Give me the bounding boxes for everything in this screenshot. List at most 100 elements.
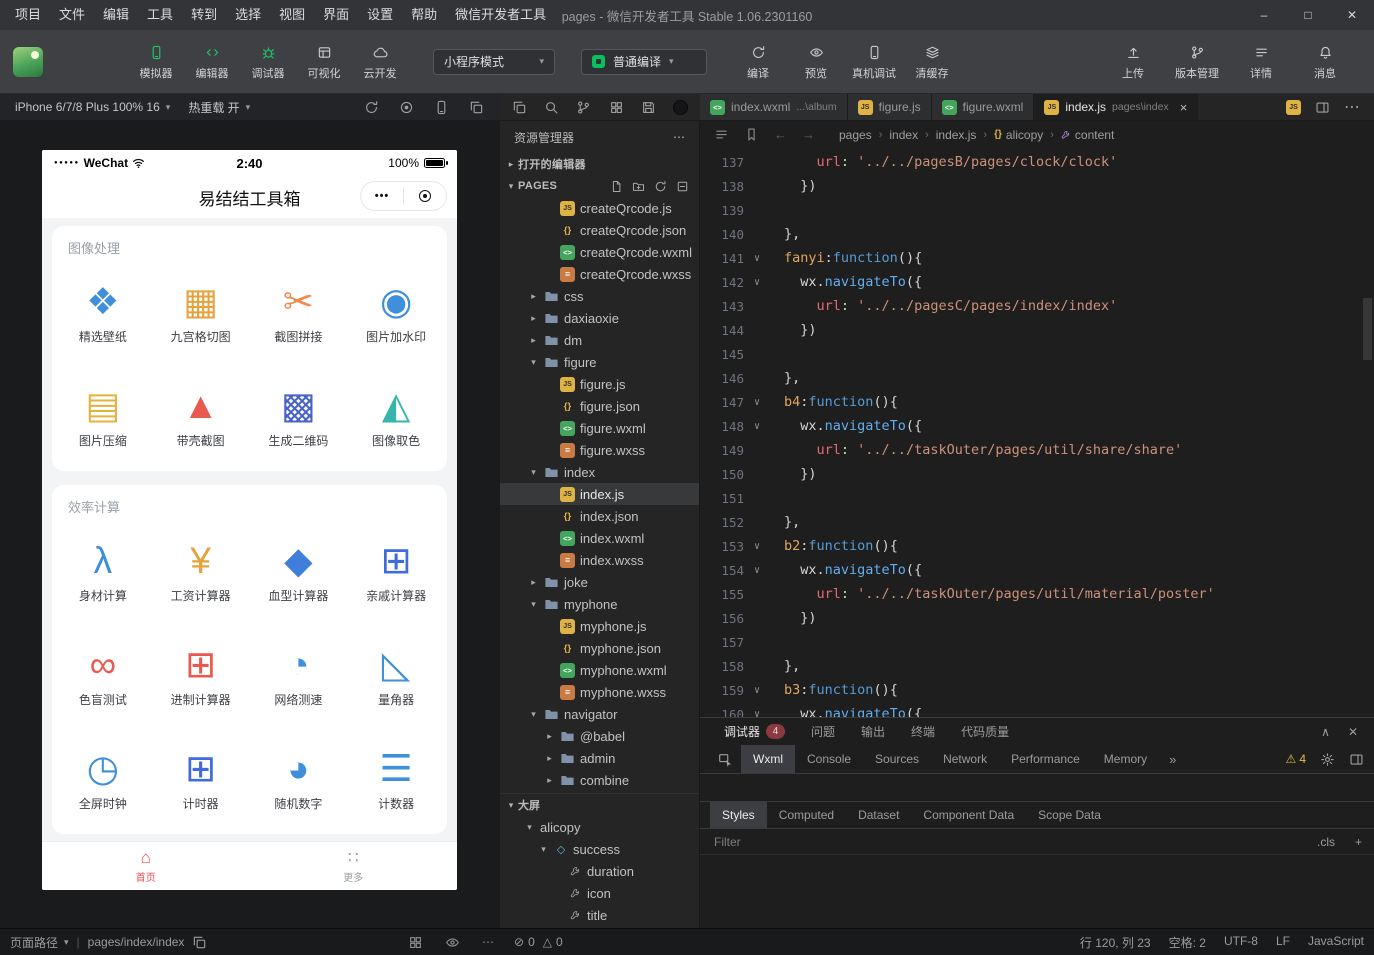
app-item[interactable]: ▤图片压缩 — [54, 367, 152, 463]
outline-item[interactable]: duration — [500, 860, 699, 882]
toolbar-button-remote-debug[interactable]: 真机调试 — [847, 43, 901, 81]
tree-file[interactable]: <>figure.wxml — [500, 417, 699, 439]
outline-item[interactable]: title — [500, 904, 699, 926]
filter-input[interactable] — [712, 834, 1036, 850]
editor-tab[interactable]: JSindex.jspages\index× — [1034, 94, 1198, 120]
code-line[interactable]: 148∨ wx.navigateTo({ — [700, 414, 1374, 438]
devtools-tab-sources[interactable]: Sources — [863, 745, 931, 773]
tree-folder[interactable]: ▸combine — [500, 769, 699, 791]
toolbar-button-clear-cache[interactable]: 清缓存 — [905, 43, 959, 81]
app-item[interactable]: ◔网络测速 — [250, 626, 348, 722]
app-item[interactable]: ∞色盲测试 — [54, 626, 152, 722]
code-line[interactable]: 140}, — [700, 222, 1374, 246]
tree-folder[interactable]: ▾index — [500, 461, 699, 483]
eol-setting[interactable]: LF — [1276, 934, 1290, 951]
cls-toggle[interactable]: .cls — [1317, 835, 1335, 849]
device-select[interactable]: iPhone 6/7/8 Plus 100% 16 ▾ — [6, 100, 179, 114]
toolbar-button-upload[interactable]: 上传 — [1106, 43, 1160, 81]
menu-item[interactable]: 设置 — [358, 0, 402, 30]
tree-file[interactable]: ≡createQrcode.wxss — [500, 263, 699, 285]
app-item[interactable]: ❖精选壁纸 — [54, 263, 152, 359]
gear-icon[interactable] — [1320, 752, 1335, 767]
breadcrumb-item[interactable]: {}alicopy — [994, 128, 1043, 142]
more-icon[interactable]: ⋯ — [482, 935, 494, 949]
tab-overflow-icon[interactable]: » — [1159, 752, 1186, 767]
menu-item[interactable]: 编辑 — [94, 0, 138, 30]
toolbar-button-visualization[interactable]: 可视化 — [299, 43, 349, 81]
copy-icon[interactable] — [512, 100, 527, 115]
tree-folder[interactable]: ▸css — [500, 285, 699, 307]
fold-chevron-icon[interactable]: ∨ — [744, 685, 770, 696]
new-folder-icon[interactable] — [632, 180, 645, 193]
panel-grid-icon[interactable] — [408, 935, 423, 950]
tree-folder[interactable]: ▾figure — [500, 351, 699, 373]
toolbar-button-preview[interactable]: 预览 — [789, 43, 843, 81]
devtools-tab-console[interactable]: Console — [795, 745, 863, 773]
breadcrumb-item[interactable]: index — [889, 128, 918, 142]
tree-file[interactable]: JScreateQrcode.js — [500, 197, 699, 219]
editor-tab[interactable]: <>index.wxml...\album — [700, 94, 848, 120]
code-line[interactable]: 155 url: '../../taskOuter/pages/util/mat… — [700, 582, 1374, 606]
menu-item[interactable]: 微信开发者工具 — [446, 0, 555, 30]
debugger-tab[interactable]: 代码质量 — [961, 723, 1009, 740]
code-line[interactable]: 144 }) — [700, 318, 1374, 342]
breadcrumb-item[interactable]: pages — [839, 128, 872, 142]
menu-item[interactable]: 工具 — [138, 0, 182, 30]
styles-tab[interactable]: Styles — [710, 802, 767, 828]
app-item[interactable]: ✂截图拼接 — [250, 263, 348, 359]
fold-chevron-icon[interactable]: ∨ — [744, 421, 770, 432]
app-item[interactable]: ◕随机数字 — [250, 730, 348, 826]
outline-item[interactable]: icon — [500, 882, 699, 904]
collapse-panel-icon[interactable]: ∧ — [1321, 725, 1330, 739]
menu-item[interactable]: 项目 — [6, 0, 50, 30]
code-line[interactable]: 158}, — [700, 654, 1374, 678]
app-item[interactable]: ¥工资计算器 — [152, 522, 250, 618]
problems-indicator[interactable]: ⊘ 0 △ 0 — [514, 935, 563, 949]
menu-item[interactable]: 转到 — [182, 0, 226, 30]
breadcrumb-item[interactable]: content — [1061, 128, 1114, 142]
outline-item[interactable]: ▾alicopy — [500, 816, 699, 838]
tree-file[interactable]: {}myphone.json — [500, 637, 699, 659]
outline-section[interactable]: ▾ 大屏 — [500, 793, 699, 816]
tree-file[interactable]: ≡index.wxss — [500, 549, 699, 571]
devtools-tab-performance[interactable]: Performance — [999, 745, 1092, 773]
tree-file[interactable]: <>createQrcode.wxml — [500, 241, 699, 263]
code-line[interactable]: 149 url: '../../taskOuter/pages/util/sha… — [700, 438, 1374, 462]
code-line[interactable]: 137 url: '../../pagesB/pages/clock/clock… — [700, 150, 1374, 174]
debugger-tab[interactable]: 调试器4 — [724, 723, 785, 740]
avatar[interactable] — [13, 47, 43, 77]
tree-file[interactable]: ≡figure.wxss — [500, 439, 699, 461]
multi-account-icon[interactable] — [469, 100, 484, 115]
tree-file[interactable]: <>index.wxml — [500, 527, 699, 549]
code-editor[interactable]: 137 url: '../../pagesB/pages/clock/clock… — [700, 148, 1374, 717]
git-branch-icon[interactable] — [576, 100, 591, 115]
menu-item[interactable]: 选择 — [226, 0, 270, 30]
devtools-tab-wxml[interactable]: Wxml — [741, 745, 795, 773]
tree-file[interactable]: JSfigure.js — [500, 373, 699, 395]
fold-chevron-icon[interactable]: ∨ — [744, 253, 770, 264]
menu-item[interactable]: 界面 — [314, 0, 358, 30]
toolbar-button-cloud-dev[interactable]: 云开发 — [355, 43, 405, 81]
code-line[interactable]: 154∨ wx.navigateTo({ — [700, 558, 1374, 582]
tree-file[interactable]: {}figure.json — [500, 395, 699, 417]
more-menu-button[interactable]: ••• — [361, 190, 403, 202]
code-line[interactable]: 146}, — [700, 366, 1374, 390]
record-icon[interactable] — [399, 100, 414, 115]
code-line[interactable]: 153∨b2:function(){ — [700, 534, 1374, 558]
tree-folder[interactable]: ▸joke — [500, 571, 699, 593]
app-item[interactable]: ◉图片加水印 — [347, 263, 445, 359]
outline-item[interactable]: ▾◇success — [500, 838, 699, 860]
fold-chevron-icon[interactable]: ∨ — [744, 541, 770, 552]
toolbar-button-debugger[interactable]: 调试器 — [243, 43, 293, 81]
code-line[interactable]: 143 url: '../../pagesC/pages/index/index… — [700, 294, 1374, 318]
tree-folder[interactable]: ▸@babel — [500, 725, 699, 747]
fold-chevron-icon[interactable]: ∨ — [744, 565, 770, 576]
js-runtime-icon[interactable]: JS — [1286, 100, 1301, 115]
tree-file[interactable]: <>myphone.wxml — [500, 659, 699, 681]
warning-count[interactable]: ⚠4 — [1286, 752, 1306, 766]
close-button[interactable]: ✕ — [1330, 0, 1374, 30]
app-item[interactable]: ⊞进制计算器 — [152, 626, 250, 722]
menu-item[interactable]: 帮助 — [402, 0, 446, 30]
collapse-folders-icon[interactable] — [676, 180, 689, 193]
save-all-icon[interactable] — [641, 100, 656, 115]
